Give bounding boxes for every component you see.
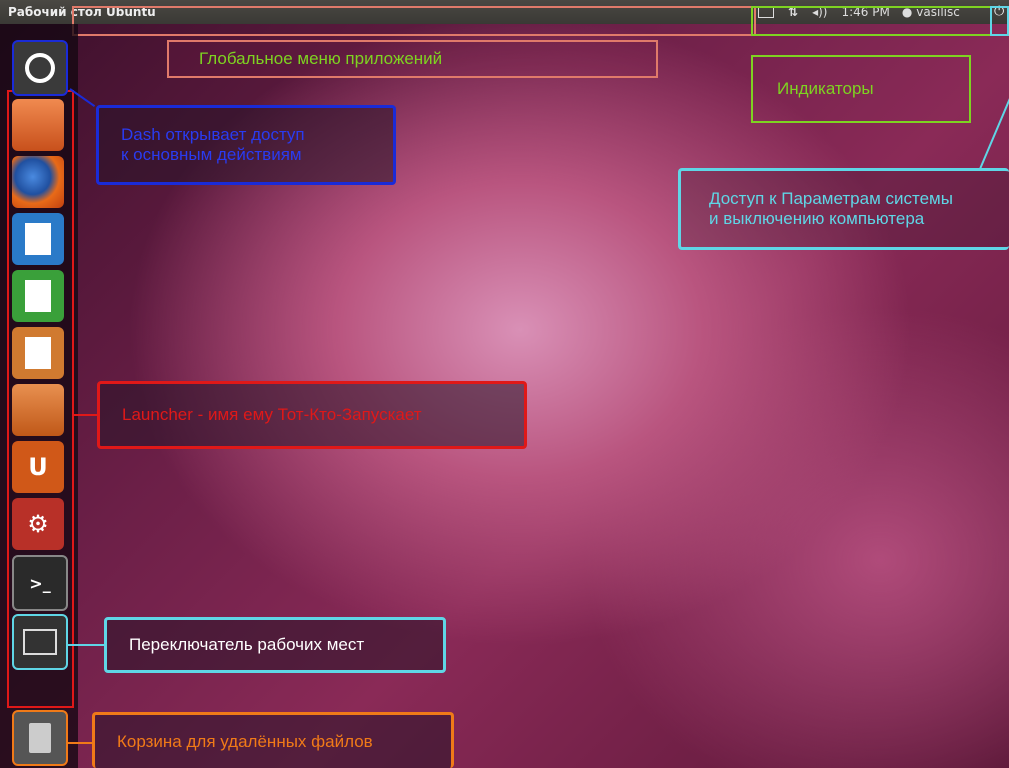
system-settings-icon[interactable]: ⚙	[12, 498, 64, 550]
indicators-label: Индикаторы	[777, 79, 874, 98]
workspaces-callout: Переключатель рабочих мест	[104, 617, 446, 673]
indicators-callout: Индикаторы	[751, 55, 971, 123]
system-label-line1: Доступ к Параметрам системы	[709, 189, 953, 208]
indicators-outline	[751, 6, 992, 36]
writer-icon[interactable]	[12, 213, 64, 265]
trash-icon[interactable]	[12, 710, 68, 766]
global-menu-outline	[72, 6, 756, 36]
launcher-callout: Launcher - имя ему Тот-Кто-Запускает	[97, 381, 527, 449]
trash-callout: Корзина для удалённых файлов	[92, 712, 454, 768]
launcher-label: Launcher - имя ему Тот-Кто-Запускает	[122, 405, 422, 424]
launcher-connector	[72, 414, 98, 416]
dash-label-line1: Dash открывает доступ	[121, 125, 305, 144]
calc-icon[interactable]	[12, 270, 64, 322]
system-label-line2: и выключению компьютера	[709, 209, 925, 228]
impress-icon[interactable]	[12, 327, 64, 379]
files-icon[interactable]	[12, 99, 64, 151]
trash-label: Корзина для удалённых файлов	[117, 731, 373, 751]
trash-connector	[66, 742, 94, 744]
power-outline	[990, 6, 1009, 36]
workspace-switcher-icon[interactable]	[12, 614, 68, 670]
global-menu-label: Глобальное меню приложений	[199, 49, 443, 68]
system-connector	[979, 85, 1009, 170]
firefox-icon[interactable]	[12, 156, 64, 208]
dash-label-line2: к основным действиям	[121, 145, 302, 164]
workspaces-connector	[66, 644, 106, 646]
system-callout: Доступ к Параметрам системы и выключению…	[678, 168, 1009, 250]
terminal-icon[interactable]: >_	[12, 555, 68, 611]
software-center-icon[interactable]	[12, 384, 64, 436]
global-menu-callout: Глобальное меню приложений	[167, 40, 658, 78]
dash-icon[interactable]	[12, 40, 68, 96]
dash-callout: Dash открывает доступ к основным действи…	[96, 105, 396, 185]
ubuntu-one-icon[interactable]: U	[12, 441, 64, 493]
workspaces-label: Переключатель рабочих мест	[129, 635, 365, 654]
